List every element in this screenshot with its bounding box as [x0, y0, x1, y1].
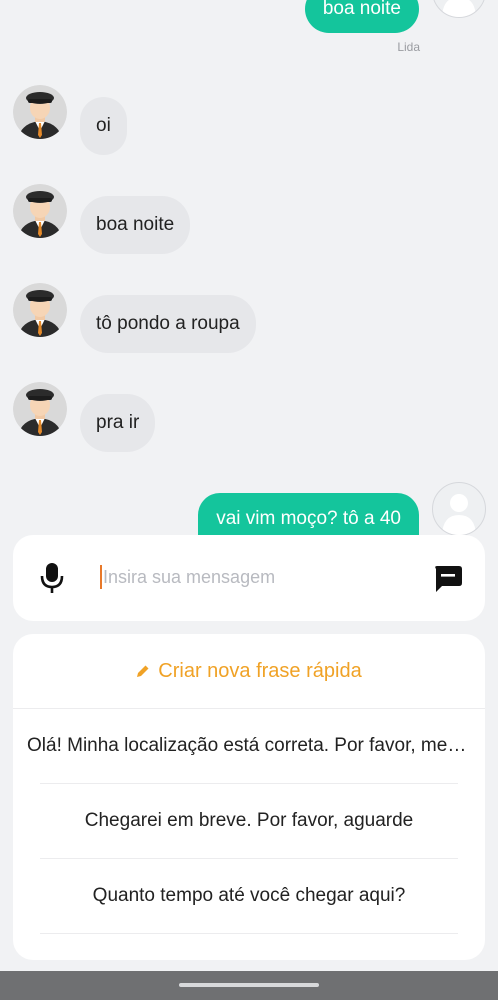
microphone-icon[interactable]: [39, 562, 65, 594]
driver-avatar: [13, 283, 67, 337]
create-quick-reply-button[interactable]: Criar nova frase rápida: [13, 634, 485, 709]
message-text: boa noite: [322, 0, 401, 19]
create-quick-reply-label: Criar nova frase rápida: [158, 659, 362, 682]
user-avatar: [432, 0, 486, 18]
message-bubble-incoming[interactable]: boa noite: [80, 196, 191, 254]
message-text: boa noite: [96, 214, 175, 235]
system-navigation-bar: [0, 971, 498, 1000]
divider: [40, 933, 458, 934]
driver-avatar: [13, 85, 67, 139]
message-bubble-incoming[interactable]: pra ir: [80, 394, 156, 452]
message-text: vai vim moço? tô a 40: [216, 508, 401, 529]
quick-reply-item[interactable]: Olá! Minha localização está correta. Por…: [13, 709, 485, 783]
user-avatar: [432, 482, 486, 536]
driver-avatar: [13, 382, 67, 436]
message-text: tô pondo a roupa: [96, 313, 240, 334]
message-bubble-incoming[interactable]: tô pondo a roupa: [80, 295, 256, 353]
message-bubble-incoming[interactable]: oi: [80, 97, 127, 155]
message-bubble-outgoing[interactable]: vai vim moço? tô a 40: [198, 493, 419, 540]
quick-reply-item[interactable]: Chegarei em breve. Por favor, aguarde: [13, 784, 485, 858]
message-bubble-outgoing[interactable]: boa noite: [304, 0, 419, 33]
pencil-icon: [137, 665, 149, 677]
message-text: oi: [96, 115, 111, 136]
text-caret: [100, 565, 102, 589]
driver-avatar: [13, 184, 67, 238]
message-input[interactable]: [103, 561, 403, 593]
message-text: pra ir: [96, 412, 140, 433]
message-composer: [13, 535, 485, 621]
quick-reply-item[interactable]: Quanto tempo até você chegar aqui?: [13, 859, 485, 933]
quick-reply-icon[interactable]: [433, 565, 463, 593]
read-status: Lida: [397, 40, 420, 54]
chat-thread[interactable]: boa noite Lida oi boa noite tô pondo a r…: [0, 0, 498, 540]
quick-replies-panel: Criar nova frase rápida Olá! Minha local…: [13, 634, 485, 960]
home-gesture-handle[interactable]: [179, 983, 319, 987]
